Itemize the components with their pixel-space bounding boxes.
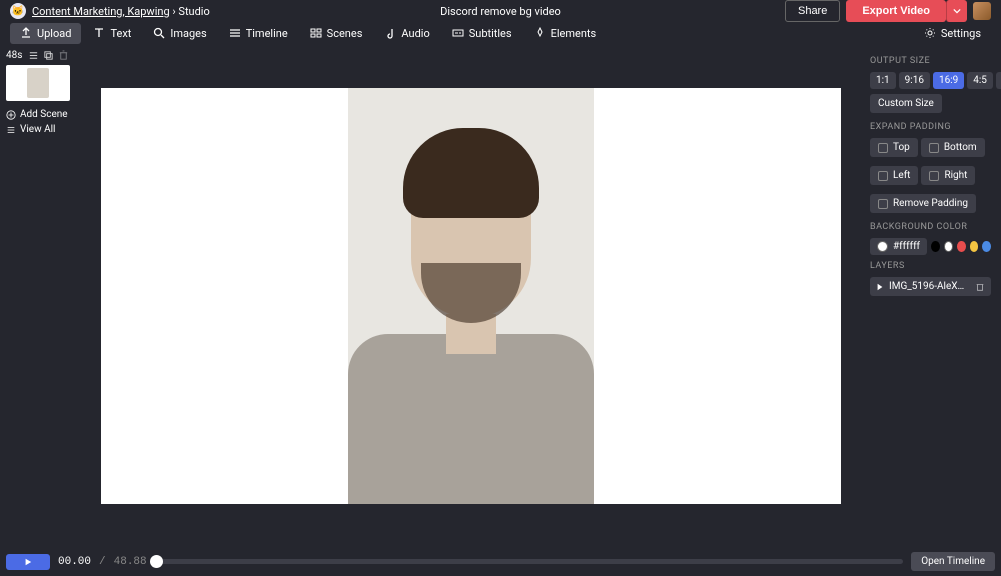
ratio-options: 1:1 9:16 16:9 4:5 5:4 xyxy=(870,72,991,89)
swatch-white[interactable] xyxy=(944,241,953,252)
add-scene-button[interactable]: Add Scene xyxy=(6,107,76,122)
bg-color-input[interactable]: #ffffff xyxy=(870,238,927,255)
open-timeline-button[interactable]: Open Timeline xyxy=(911,552,995,571)
play-icon xyxy=(876,283,884,291)
plus-circle-icon xyxy=(6,110,16,120)
custom-size-button[interactable]: Custom Size xyxy=(870,94,942,113)
export-button[interactable]: Export Video xyxy=(846,0,946,22)
layer-item[interactable]: IMG_5196-AleXB-gLr…. xyxy=(870,277,991,296)
breadcrumb-current: Studio xyxy=(178,5,209,18)
duplicate-icon[interactable] xyxy=(43,50,54,61)
ratio-9-16[interactable]: 9:16 xyxy=(899,72,930,89)
list-icon xyxy=(6,125,16,135)
swatch-black[interactable] xyxy=(931,241,940,252)
swatch-blue[interactable] xyxy=(982,241,991,252)
app-logo[interactable]: 🐱 xyxy=(10,3,26,19)
pad-right[interactable]: Right xyxy=(921,166,975,185)
pad-top[interactable]: Top xyxy=(870,138,918,157)
scene-duration: 48s xyxy=(6,50,22,61)
pad-left[interactable]: Left xyxy=(870,166,918,185)
pad-bottom[interactable]: Bottom xyxy=(921,138,985,157)
timeline-handle[interactable] xyxy=(150,555,163,568)
time-total: 48.88 xyxy=(114,556,147,568)
ratio-1-1[interactable]: 1:1 xyxy=(870,72,896,89)
timeline-tool[interactable]: Timeline xyxy=(219,23,298,44)
output-size-label: OUTPUT SIZE xyxy=(870,56,991,66)
text-icon xyxy=(93,27,105,39)
remove-padding[interactable]: Remove Padding xyxy=(870,194,976,213)
audio-tool[interactable]: Audio xyxy=(374,23,439,44)
search-icon xyxy=(153,27,165,39)
upload-button[interactable]: Upload xyxy=(10,23,81,44)
ratio-5-4[interactable]: 5:4 xyxy=(996,72,1001,89)
text-tool[interactable]: Text xyxy=(83,23,141,44)
breadcrumb: Content Marketing, Kapwing › Studio xyxy=(32,5,210,18)
bg-color-label: BACKGROUND COLOR xyxy=(870,222,991,232)
upload-icon xyxy=(20,27,32,39)
ratio-4-5[interactable]: 4:5 xyxy=(967,72,993,89)
scenes-icon xyxy=(310,27,322,39)
share-button[interactable]: Share xyxy=(785,0,840,22)
project-title[interactable]: Discord remove bg video xyxy=(440,5,561,18)
swatch-yellow[interactable] xyxy=(970,241,979,252)
settings-button[interactable]: Settings xyxy=(914,23,991,44)
audio-icon xyxy=(384,27,396,39)
subtitles-tool[interactable]: Subtitles xyxy=(442,23,522,44)
play-triangle-icon xyxy=(24,558,32,566)
time-current: 00.00 xyxy=(58,556,91,568)
scene-thumbnail[interactable] xyxy=(6,65,70,101)
images-tool[interactable]: Images xyxy=(143,23,216,44)
elements-tool[interactable]: Elements xyxy=(524,23,607,44)
workspace-link[interactable]: Content Marketing, Kapwing xyxy=(32,5,170,18)
video-content[interactable] xyxy=(348,88,594,504)
view-all-button[interactable]: View All xyxy=(6,122,76,137)
timeline-icon xyxy=(229,27,241,39)
scenes-tool[interactable]: Scenes xyxy=(300,23,373,44)
gear-icon xyxy=(924,27,936,39)
ratio-16-9[interactable]: 16:9 xyxy=(933,72,964,89)
timeline-track[interactable] xyxy=(155,559,904,564)
play-button[interactable] xyxy=(6,554,50,570)
canvas[interactable] xyxy=(101,88,841,504)
trash-icon[interactable] xyxy=(975,282,985,292)
delete-icon[interactable] xyxy=(58,50,69,61)
export-dropdown[interactable] xyxy=(946,0,967,22)
elements-icon xyxy=(534,27,546,39)
user-avatar[interactable] xyxy=(973,2,991,20)
swatch-red[interactable] xyxy=(957,241,966,252)
subtitles-icon xyxy=(452,27,464,39)
layers-label: LAYERS xyxy=(870,261,991,271)
padding-label: EXPAND PADDING xyxy=(870,122,991,132)
adjust-icon[interactable] xyxy=(28,50,39,61)
